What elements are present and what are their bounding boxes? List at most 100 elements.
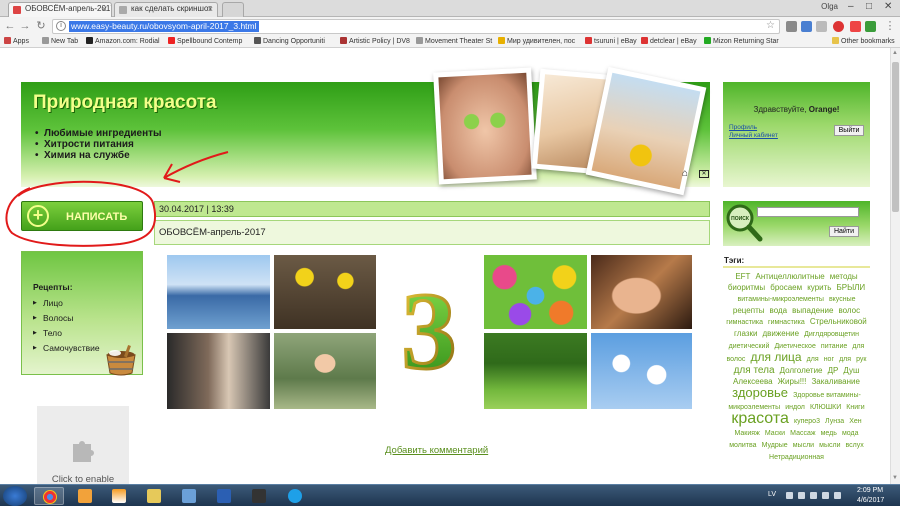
tag-link[interactable]: Книги [846,404,864,411]
tag-link[interactable]: молитва [729,442,756,449]
tag-link[interactable]: ДР [828,366,839,375]
bookmark-item[interactable]: tsuruni | eBay [585,37,637,45]
scrollbar-thumb[interactable] [892,62,899,212]
tag-link[interactable]: для [839,356,851,363]
bookmark-item[interactable]: Mizon Returning Star [704,37,779,45]
taskbar-app-skype[interactable] [280,487,310,505]
taskbar-app-media-player[interactable] [70,487,100,505]
recipe-link-wellbeing[interactable]: Самочувствие [33,341,100,356]
tag-link[interactable]: Макияж [735,430,760,437]
tag-link[interactable]: Долголетие [780,366,823,375]
tag-link[interactable]: движение [763,329,800,338]
bookmark-item[interactable]: Мир удивителен, пос [498,37,575,45]
info-icon[interactable]: i [56,21,66,31]
url-text[interactable]: www.easy-beauty.ru/obovsyom-april-2017_3… [69,21,259,32]
network-icon[interactable] [810,492,817,499]
scroll-down-icon[interactable]: ▼ [892,475,898,481]
logout-button[interactable]: Выйти [834,125,864,136]
bookmark-star-icon[interactable]: ☆ [766,20,775,31]
extension-icon[interactable] [865,21,876,32]
bookmark-item[interactable]: Movement Theater St [416,37,492,45]
tag-link[interactable]: Антицеллюлитные [756,272,825,281]
personal-cabinet-link[interactable]: Личный кабинет [729,132,778,139]
tag-link[interactable]: Диглдяровщетин [804,331,859,338]
tag-link[interactable]: Хен [849,418,861,425]
tag-link[interactable]: для тела [734,365,775,376]
tag-link[interactable]: рецепты [733,306,765,315]
tag-link[interactable]: рук [856,356,866,363]
recipe-link-hair[interactable]: Волосы [33,311,100,326]
new-tab-button[interactable] [222,2,244,17]
page-scrollbar[interactable]: ▲ ▼ [890,48,900,484]
taskbar-app-word[interactable] [209,487,239,505]
tag-link[interactable]: Диетическое [774,343,815,350]
tag-link[interactable]: волос [727,356,746,363]
battery-icon[interactable] [822,492,829,499]
taskbar-app-vlc[interactable] [104,487,134,505]
bookmark-item[interactable]: Spellbound Contemp [168,37,242,45]
tab-screenshot-howto[interactable]: как сделать скриншот × [114,2,218,17]
menu-icon[interactable]: ⋮ [884,20,896,32]
reload-icon[interactable]: ↻ [35,20,47,32]
volume-icon[interactable] [834,492,841,499]
recipe-link-body[interactable]: Тело [33,326,100,341]
tag-link[interactable]: EFT [735,272,750,281]
scroll-up-icon[interactable]: ▲ [892,50,898,56]
tag-link[interactable]: питание [821,343,847,350]
tray-icon[interactable] [786,492,793,499]
mail-icon[interactable]: ✕ [699,170,709,178]
tag-link[interactable]: выпадение [792,306,833,315]
tab-obovsem[interactable]: ОБОВСЁМ-апрель-2017 × [8,2,112,17]
address-bar[interactable]: i www.easy-beauty.ru/obovsyom-april-2017… [52,19,780,34]
tag-link[interactable]: Закаливание [811,377,860,386]
clock-date[interactable]: 4/6/2017 [857,497,884,504]
extension-icon[interactable] [801,21,812,32]
tray-icon[interactable] [798,492,805,499]
bookmark-item[interactable]: Dancing Opportuniti [254,37,325,45]
close-tab-icon[interactable]: × [102,4,107,14]
tag-link[interactable]: вкусные [829,296,856,303]
tag-link[interactable]: бросаем [770,283,802,292]
minimize-icon[interactable]: – [848,0,854,14]
write-button[interactable]: + НАПИСАТЬ [21,201,143,231]
site-title[interactable]: Природная красота [33,92,217,114]
plugin-placeholder[interactable]: Click to enable [37,406,129,484]
tag-link[interactable]: здоровье [732,385,788,400]
tag-link[interactable]: Лунза [825,418,844,425]
tag-link[interactable]: ног [824,356,834,363]
back-icon[interactable]: ← [4,20,16,32]
tag-link[interactable]: волос [838,306,860,315]
tag-link[interactable]: медь [821,430,837,437]
tag-link[interactable]: красота [731,410,789,427]
tag-link[interactable]: куперо3 [794,418,820,425]
tag-link[interactable]: КЛЮШКИ [810,404,841,411]
extension-icon[interactable] [850,21,861,32]
bookmark-item[interactable]: New Tab [42,37,78,45]
tag-link[interactable]: мысли [793,442,814,449]
close-window-icon[interactable]: ✕ [884,0,892,14]
tag-link[interactable]: мода [842,430,859,437]
taskbar-app-chrome[interactable] [34,487,64,505]
search-input[interactable] [757,207,859,217]
tag-link[interactable]: диетический [729,343,770,350]
input-language[interactable]: LV [768,491,776,498]
tag-link[interactable]: для [807,356,819,363]
tag-link[interactable]: вода [770,306,788,315]
extension-icon[interactable] [786,21,797,32]
tag-link[interactable]: для лица [751,350,802,364]
tag-link[interactable]: вслух [846,442,864,449]
tag-link[interactable]: биоритмы [728,283,765,292]
click-to-enable-text[interactable]: Click to enable [37,474,129,484]
tag-link[interactable]: для [852,343,864,350]
recipe-link-face[interactable]: Лицо [33,296,100,311]
tag-link[interactable]: БРЫЛИ [837,283,866,292]
taskbar-app-image-viewer[interactable] [174,487,204,505]
bookmark-item[interactable]: Artistic Policy | DV8 [340,37,410,45]
bookmark-item[interactable]: Amazon.com: Rodial [86,37,160,45]
tag-link[interactable]: Нетрадиционная [769,454,824,461]
tag-link[interactable]: Здоровье витамины- [793,392,861,399]
profile-name[interactable]: Olga [821,2,838,11]
start-button[interactable] [3,486,27,506]
tag-link[interactable]: витамины-микроэлементы [737,296,823,303]
maximize-icon[interactable]: □ [866,0,872,14]
